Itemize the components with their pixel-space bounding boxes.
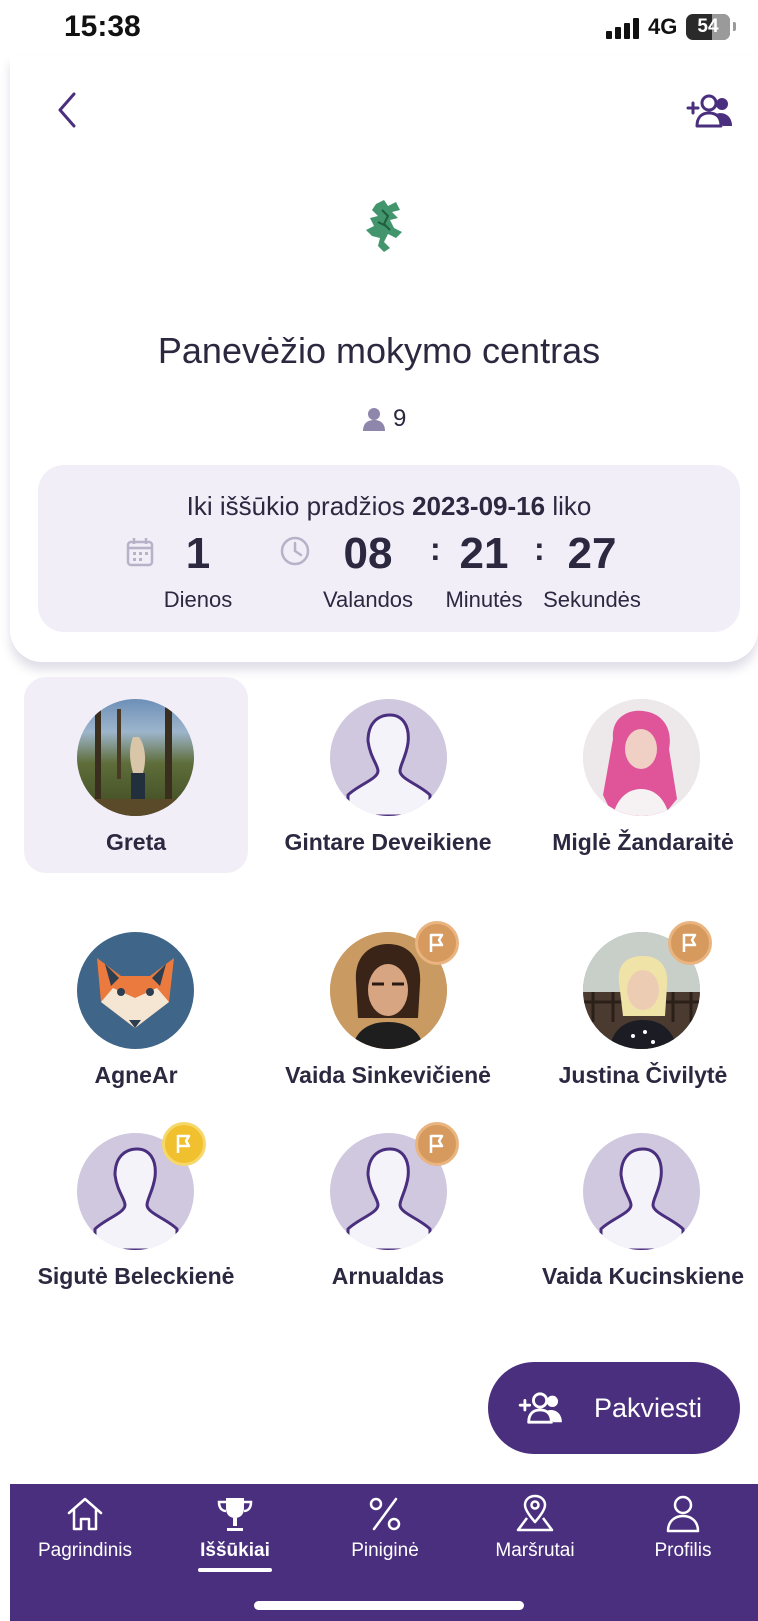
nav-label: Profilis [654, 1540, 712, 1561]
bronze-medal-icon [668, 921, 712, 965]
participant-name: Arnualdas [331, 1263, 445, 1289]
avatar[interactable] [330, 699, 447, 816]
home-indicator[interactable] [254, 1601, 524, 1610]
group-logo [362, 198, 412, 256]
participant-name: Vaida Sinkevičienė [285, 1062, 491, 1088]
signal-icon [606, 17, 642, 39]
user-icon [666, 1495, 700, 1533]
countdown-minutes: 21 [459, 529, 509, 578]
clock-icon [280, 536, 310, 566]
participant-name: Sigutė Beleckienė [37, 1263, 235, 1289]
participant-name: Greta [105, 829, 167, 855]
participant-name: Miglė Žandaraitė [552, 829, 734, 855]
fox-icon [97, 958, 174, 1028]
trophy-icon [217, 1498, 253, 1531]
member-count: 9 [363, 403, 406, 435]
nav-item-challenges[interactable]: Iššūkiai [160, 1484, 310, 1594]
countdown-days-label: Dienos [163, 587, 233, 612]
status-time: 15:38 [64, 10, 141, 43]
countdown-caption-suffix: liko [552, 491, 592, 521]
add-users-icon [686, 94, 732, 128]
countdown-start-date: 2023-09-16 [412, 491, 546, 521]
invite-members-button[interactable] [686, 92, 734, 130]
countdown-caption-prefix: Iki iššūkio pradžios [186, 491, 405, 521]
countdown-seconds: 27 [567, 529, 617, 578]
nav-item-wallet[interactable]: Piniginė [310, 1484, 460, 1594]
default-avatar-icon [346, 713, 432, 816]
add-users-icon [518, 1392, 562, 1424]
countdown-hours: 08 [343, 529, 393, 578]
nav-label: Pagrindinis [38, 1540, 132, 1561]
group-title: Panevėžio mokymo centras [157, 330, 601, 371]
home-icon [67, 1497, 103, 1531]
avatar[interactable] [583, 1133, 700, 1250]
nav-label: Iššūkiai [200, 1540, 270, 1561]
nav-label: Piniginė [351, 1540, 419, 1561]
nav-item-home[interactable]: Pagrindinis [10, 1484, 160, 1594]
battery-level: 54 [697, 16, 719, 37]
member-count-value: 9 [393, 405, 407, 432]
gold-medal-icon [162, 1122, 206, 1166]
bronze-medal-icon [415, 1122, 459, 1166]
map-pin-icon [516, 1494, 554, 1532]
invite-button[interactable]: Pakviesti [488, 1362, 740, 1454]
chevron-left-icon [58, 92, 76, 128]
countdown-hours-label: Valandos [322, 587, 414, 612]
avatar[interactable] [583, 699, 700, 816]
participant-name: Gintare Deveikiene [284, 829, 492, 855]
countdown-minutes-label: Minutės [445, 587, 523, 612]
invite-button-label: Pakviesti [594, 1392, 703, 1423]
countdown-seconds-label: Sekundės [543, 587, 641, 612]
battery-tip [733, 22, 736, 31]
nav-label: Maršrutai [495, 1540, 575, 1561]
nav-item-profile[interactable]: Profilis [608, 1484, 758, 1594]
default-avatar-icon [599, 1147, 685, 1250]
participant-name: Justina Čivilytė [558, 1062, 728, 1088]
calendar-icon [126, 538, 154, 567]
avatar[interactable] [77, 699, 194, 816]
status-bar: 15:38 4G 54 [0, 0, 758, 56]
countdown-caption: Iki iššūkio pradžios 2023-09-16 liko [38, 491, 740, 522]
nav-item-routes[interactable]: Maršrutai [460, 1484, 610, 1594]
percent-icon [369, 1497, 401, 1531]
participant-name: Vaida Kucinskiene [542, 1263, 744, 1289]
battery-icon: 54 [686, 14, 730, 40]
avatar[interactable] [77, 932, 194, 1049]
network-type: 4G [648, 14, 678, 39]
countdown-days: 1 [185, 529, 211, 578]
bronze-medal-icon [415, 921, 459, 965]
active-tab-indicator [198, 1568, 272, 1572]
countdown-card: Iki iššūkio pradžios 2023-09-16 liko 1 D… [38, 465, 740, 632]
back-button[interactable] [50, 88, 86, 132]
participant-name: AgneAr [94, 1062, 178, 1088]
user-icon [363, 408, 385, 431]
